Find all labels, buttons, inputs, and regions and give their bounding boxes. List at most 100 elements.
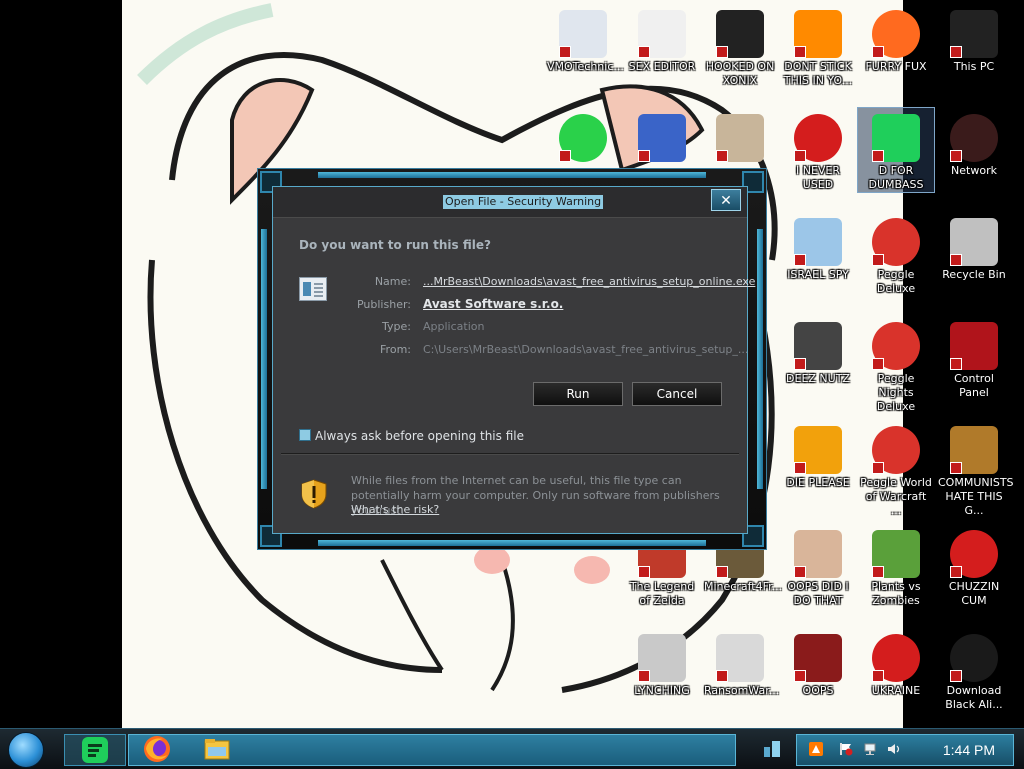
admin-shield-icon (950, 670, 962, 682)
firefox-icon[interactable] (143, 735, 171, 763)
green-chat-icon[interactable] (81, 736, 109, 764)
desktop-icon[interactable]: I NEVER USED (780, 108, 856, 192)
control-panel-icon (950, 322, 998, 370)
show-desktop-icon[interactable] (762, 737, 784, 759)
avast-tray-icon[interactable] (809, 742, 823, 756)
admin-shield-icon (950, 462, 962, 474)
red-box-icon (794, 634, 842, 682)
desktop-icon[interactable] (624, 108, 700, 164)
from-label: From: (380, 343, 411, 356)
file-name-link[interactable]: ...MrBeast\Downloads\avast_free_antiviru… (423, 275, 755, 288)
peggle-wow-icon (872, 426, 920, 474)
admin-shield-icon (638, 566, 650, 578)
desktop-icon-label: I NEVER USED (795, 164, 841, 191)
flag-warning-icon[interactable] (839, 742, 853, 756)
publisher-link[interactable]: Avast Software s.r.o. (423, 297, 563, 311)
desktop-icon[interactable]: Plants vs Zombies (858, 524, 934, 608)
close-icon: ✕ (720, 193, 732, 209)
portrait-icon (794, 530, 842, 578)
desktop-icon[interactable] (545, 108, 621, 164)
desktop-icon-label: RansomWar... (704, 684, 780, 697)
desktop-icon[interactable]: HOOKED ON XONIX (702, 4, 778, 88)
desktop-icon[interactable]: DIE PLEASE (780, 420, 856, 490)
admin-shield-icon (950, 254, 962, 266)
admin-shield-icon (872, 358, 884, 370)
desktop-icon-label: Control Panel (954, 372, 994, 399)
desktop-icon[interactable]: ISRAEL SPY (780, 212, 856, 282)
checkbox-box[interactable] (299, 429, 311, 441)
clock[interactable]: 1:44 PM (943, 742, 995, 758)
always-ask-checkbox[interactable]: Always ask before opening this file (299, 429, 524, 443)
from-value: C:\Users\MrBeast\Downloads\avast_free_an… (423, 343, 749, 356)
admin-shield-icon (716, 150, 728, 162)
desktop-icon[interactable]: Peggle Nights Deluxe (858, 316, 934, 414)
peggle-nights-icon (872, 322, 920, 370)
chuzzle-icon (950, 530, 998, 578)
admin-shield-icon (872, 254, 884, 266)
dialog-title: Open File - Security Warning (443, 195, 604, 209)
de-icon (794, 426, 842, 474)
desktop-icon[interactable]: D FOR DUMBASS (857, 107, 935, 193)
desktop-icon[interactable]: This PC (936, 4, 1012, 74)
desktop-icon-label: OOPS DID I DO THAT (787, 580, 849, 607)
desktop-icon[interactable]: DEEZ NUTZ (780, 316, 856, 386)
admin-shield-icon (559, 150, 571, 162)
checkbox-label: Always ask before opening this file (315, 429, 524, 443)
frame-decoration (318, 540, 706, 546)
taskbar: 1:44 PM (0, 728, 1024, 769)
desktop-icon[interactable]: VMOTechnic... (545, 4, 624, 74)
desktop-icon-label: CHUZZIN CUM (948, 580, 1000, 607)
file-explorer-icon[interactable] (203, 735, 231, 763)
network-tray-icon[interactable] (863, 742, 877, 756)
desktop-icon[interactable]: LYNCHING (624, 628, 700, 698)
frame-decoration (757, 229, 763, 489)
admin-shield-icon (716, 566, 728, 578)
desktop-icon[interactable]: Peggle World of Warcraft ... (858, 420, 934, 518)
desktop-icon[interactable]: UKRAINE (858, 628, 934, 698)
desktop-icon[interactable] (702, 108, 778, 164)
network-icon (950, 114, 998, 162)
desktop-icon[interactable]: FURRY FUX (858, 4, 934, 74)
admin-shield-icon (872, 150, 884, 162)
desktop-icon[interactable]: Control Panel (936, 316, 1012, 400)
admin-shield-icon (872, 46, 884, 58)
desktop-icon-label: SEX EDITOR (628, 60, 696, 73)
desktop-icon-label: The Legend of Zelda (629, 580, 695, 607)
desktop-icon[interactable]: OOPS DID I DO THAT (780, 524, 856, 608)
desktop-icon-label: D FOR DUMBASS (868, 164, 924, 191)
volume-icon[interactable] (887, 742, 901, 756)
desktop-icon[interactable]: RansomWar... (702, 628, 780, 698)
whats-the-risk-link[interactable]: What's the risk? (351, 503, 439, 516)
cancel-button[interactable]: Cancel (632, 382, 722, 406)
shield-warning-icon (301, 479, 327, 509)
type-value: Application (423, 320, 485, 333)
admin-shield-icon (794, 462, 806, 474)
admin-shield-icon (638, 46, 650, 58)
desktop-icon-label: Peggle Nights Deluxe (876, 372, 916, 413)
desktop-icon[interactable]: CHUZZIN CUM (936, 524, 1012, 608)
admin-shield-icon (638, 670, 650, 682)
start-button[interactable] (8, 732, 44, 768)
desktop-icon[interactable]: Network (936, 108, 1012, 178)
desktop-icon[interactable]: OOPS (780, 628, 856, 698)
admin-shield-icon (950, 358, 962, 370)
desktop-icon[interactable]: SEX EDITOR (624, 4, 700, 74)
peggle-icon (872, 218, 920, 266)
green-chat-icon (872, 114, 920, 162)
skull-icon (716, 634, 764, 682)
desktop-icon[interactable]: COMMUNISTS HATE THIS G... (936, 420, 1014, 518)
run-button[interactable]: Run (533, 382, 623, 406)
recycle-bin-icon (950, 218, 998, 266)
admin-shield-icon (794, 670, 806, 682)
desktop-icon[interactable]: Recycle Bin (936, 212, 1012, 282)
close-button[interactable]: ✕ (711, 189, 741, 211)
dialog-title-bar[interactable]: Open File - Security Warning ✕ (273, 187, 747, 218)
desktop-icon-label: DIE PLEASE (786, 476, 850, 489)
noose-icon (638, 634, 686, 682)
desktop-icon[interactable]: Peggle Deluxe (858, 212, 934, 296)
desktop-icon[interactable]: Download Black Ali... (936, 628, 1012, 712)
admin-shield-icon (794, 358, 806, 370)
admin-shield-icon (794, 46, 806, 58)
desktop-icon[interactable]: DONT STICK THIS IN YO... (780, 4, 856, 88)
desktop-icon-label: FURRY FUX (865, 60, 927, 73)
